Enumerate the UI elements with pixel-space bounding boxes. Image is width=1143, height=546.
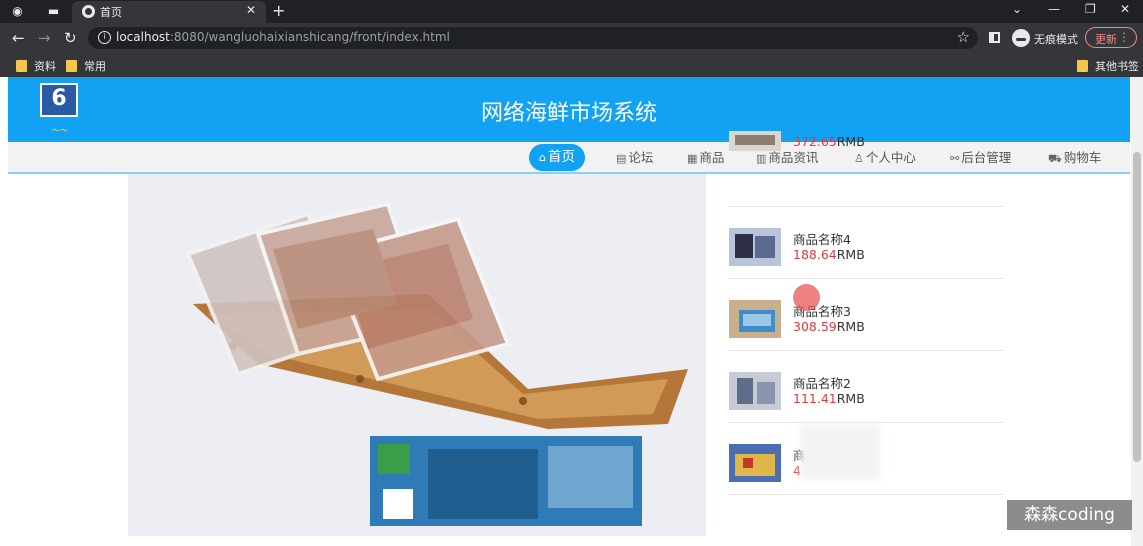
nav-home[interactable]: ⌂ 首页 (529, 144, 585, 171)
product-name: 商品名称2 (793, 376, 851, 391)
back-icon[interactable]: ← (12, 29, 25, 47)
incognito-icon (1012, 29, 1030, 47)
restore-icon[interactable]: ❐ (1085, 2, 1096, 16)
close-tab-icon[interactable]: ✕ (246, 3, 256, 17)
page-scrollbar[interactable] (1131, 77, 1143, 546)
address-bar[interactable]: i localhost:8080/wangluohaixianshicang/f… (88, 27, 978, 49)
bookmark-folder[interactable]: 资料 (16, 58, 56, 74)
browser-tab[interactable]: 首页 ✕ (72, 1, 266, 23)
product-thumbnail (729, 228, 781, 266)
bookmarks-bar: 资料 常用 其他书签 (0, 53, 1143, 77)
product-thumbnail (729, 372, 781, 410)
product-name: 商品名称4 (793, 232, 851, 247)
watermark: 森森coding (1007, 500, 1132, 530)
list-item[interactable]: 商品名称3 308.59RMB (729, 279, 1003, 351)
tab-search-icon[interactable]: ⌄ (1012, 2, 1022, 16)
home-icon: ⌂ (539, 151, 546, 164)
close-window-icon[interactable]: ✕ (1120, 2, 1130, 16)
globe-icon (82, 5, 95, 18)
side-panel-icon[interactable] (989, 32, 1000, 43)
product-price: 111.41RMB (793, 391, 865, 406)
bookmark-folder[interactable]: 常用 (66, 58, 106, 74)
forum-icon: ▤ (616, 152, 627, 165)
update-label: 更新 (1095, 33, 1117, 46)
more-menu-icon: ⋮ (1118, 30, 1130, 44)
reload-icon[interactable]: ↻ (64, 29, 77, 47)
minimize-icon[interactable]: — (1048, 2, 1060, 16)
product-thumbnail (729, 300, 781, 338)
site-info-icon[interactable]: i (98, 31, 111, 44)
list-item[interactable]: 372.65RMB (729, 131, 1003, 207)
bookmark-star-icon[interactable]: ☆ (957, 28, 970, 46)
nav-forum[interactable]: ▤ 论坛 (616, 148, 653, 168)
new-tab-icon[interactable]: + (272, 1, 285, 20)
nav-cart[interactable]: ⛟ 购物车 (1048, 148, 1101, 168)
nav-goods[interactable]: ▦ 商品 (687, 148, 724, 168)
forward-icon[interactable]: → (38, 29, 51, 47)
tab-overview-icon[interactable]: ▬ (46, 4, 61, 19)
cart-icon: ⛟ (1048, 152, 1062, 165)
list-item[interactable]: 商品名称4 188.64RMB (729, 207, 1003, 279)
product-price: 308.59RMB (793, 319, 865, 334)
product-price: 372.65RMB (793, 134, 865, 149)
product-thumbnail (729, 444, 781, 482)
banner-image[interactable] (128, 174, 706, 536)
folder-icon (16, 60, 27, 72)
product-thumbnail (729, 131, 781, 151)
other-bookmarks[interactable]: 其他书签 (1077, 58, 1139, 74)
product-price: 188.64RMB (793, 247, 865, 262)
browser-tab-title: 首页 (100, 6, 122, 19)
incognito-label: 无痕模式 (1034, 33, 1078, 46)
address-toolbar: ← → ↻ i localhost:8080/wangluohaixianshi… (0, 23, 1143, 53)
blurred-region (800, 425, 880, 480)
site-title: 网络海鲜市场系统 (480, 101, 657, 126)
browser-menu-icon[interactable]: ◉ (10, 4, 25, 19)
update-button[interactable]: 更新 ⋮ (1085, 27, 1137, 48)
url-text[interactable]: localhost:8080/wangluohaixianshicang/fro… (116, 30, 450, 44)
cursor-highlight (793, 284, 820, 311)
scrollbar-thumb[interactable] (1133, 152, 1141, 462)
browser-tab-strip: ◉ ▬ 首页 ✕ + ⌄ — ❐ ✕ (0, 0, 1143, 23)
site-header: 6 ～～ 网络海鲜市场系统 (8, 77, 1130, 142)
list-item[interactable]: 商品名称2 111.41RMB (729, 351, 1003, 423)
folder-icon (1077, 60, 1088, 72)
goods-icon: ▦ (687, 152, 698, 165)
folder-icon (66, 60, 77, 72)
